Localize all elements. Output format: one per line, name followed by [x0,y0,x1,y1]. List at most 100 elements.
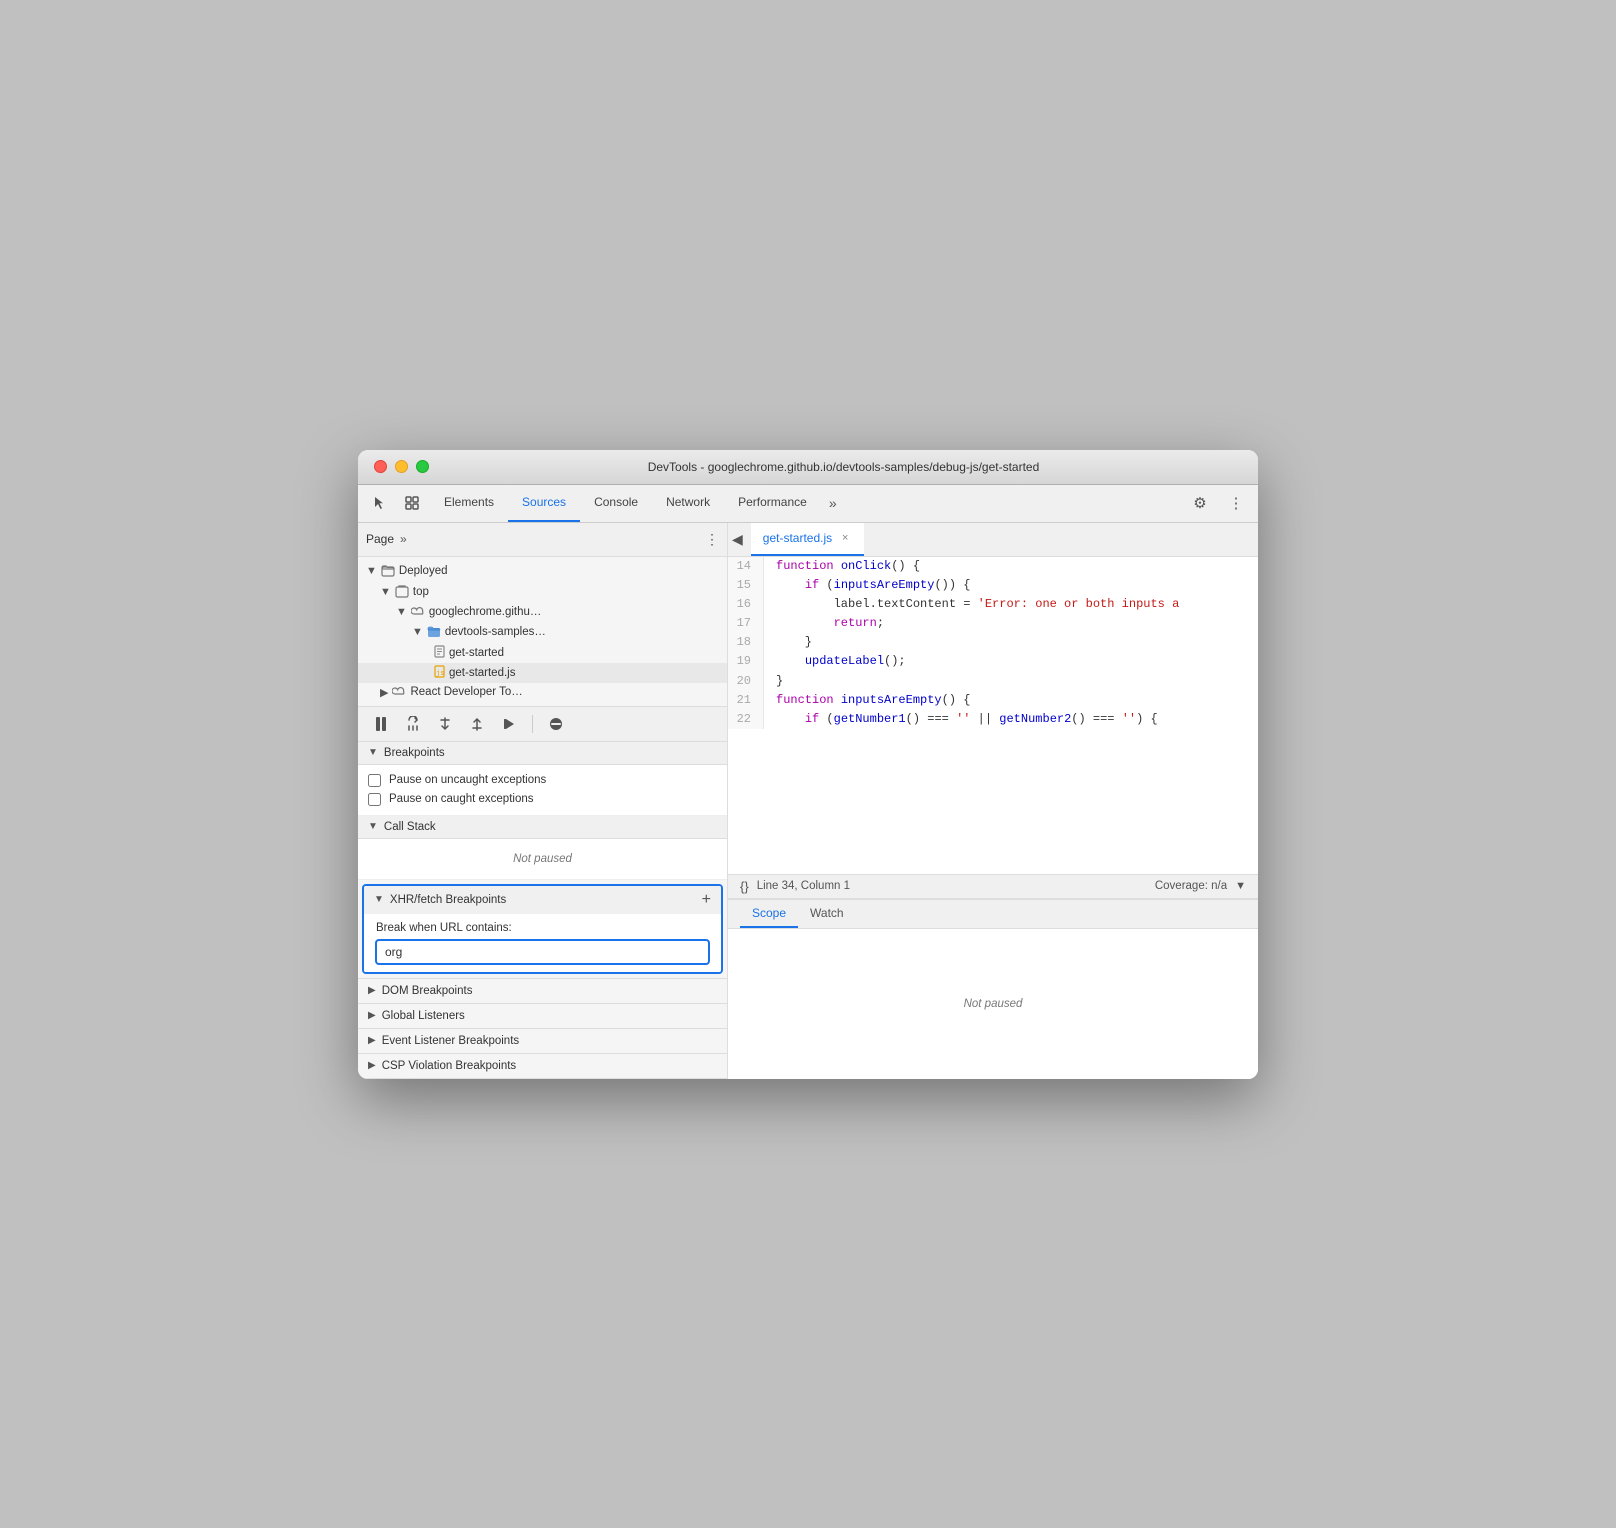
tree-get-started[interactable]: get-started [358,643,727,663]
coverage-icon[interactable]: ▼ [1235,880,1246,892]
tree-react-devtools[interactable]: ▶ React Developer To… [358,683,727,702]
tree-devtools-samples[interactable]: ▼ devtools-samples… [358,622,727,643]
file-tab-back-icon[interactable]: ◀ [732,531,743,548]
code-line-18: 18 } [728,633,1258,652]
breakpoints-label: Breakpoints [384,747,445,759]
scope-panel: Scope Watch Not paused [728,899,1258,1079]
pretty-print-icon[interactable]: {} [740,879,749,894]
traffic-lights [374,460,429,473]
pause-uncaught-input[interactable] [368,774,381,787]
line-number: 20 [728,672,764,691]
code-line-22: 22 if (getNumber1() === '' || getNumber2… [728,710,1258,729]
folder-blue-icon [427,624,441,641]
step-out-button[interactable] [464,711,490,737]
cloud-icon [411,605,425,620]
file-tab-name: get-started.js [763,531,832,545]
triangle-right-icon: ▶ [368,1035,376,1046]
svg-text:js: js [436,669,444,677]
cursor-position: Line 34, Column 1 [757,880,850,892]
line-number: 19 [728,652,764,671]
cursor-icon[interactable] [366,489,394,517]
global-listeners-section[interactable]: ▶ Global Listeners [358,1004,727,1029]
csp-violation-section[interactable]: ▶ CSP Violation Breakpoints [358,1054,727,1079]
window-title: DevTools - googlechrome.github.io/devtoo… [445,460,1242,474]
triangle-down-icon: ▼ [368,821,378,832]
folder-icon [381,563,395,580]
right-panel: ◀ get-started.js × 14 function onClick()… [728,523,1258,1079]
tree-label: get-started [449,647,504,659]
tree-get-started-js[interactable]: js get-started.js [358,663,727,683]
xhr-url-input[interactable] [376,940,709,964]
cloud-icon [392,685,406,700]
event-listener-breakpoints-section[interactable]: ▶ Event Listener Breakpoints [358,1029,727,1054]
tree-googlechrome[interactable]: ▼ googlechrome.githu… [358,603,727,622]
code-line-20: 20 } [728,672,1258,691]
watch-tab[interactable]: Watch [798,900,856,928]
line-content: return; [764,614,884,633]
pause-caught-checkbox[interactable]: Pause on caught exceptions [368,790,717,809]
more-options-button[interactable]: ⋮ [1222,489,1250,517]
triangle-down-icon: ▼ [412,626,423,638]
tab-elements[interactable]: Elements [430,484,508,522]
pause-uncaught-checkbox[interactable]: Pause on uncaught exceptions [368,771,717,790]
tree-label: devtools-samples… [445,626,546,638]
breakpoints-section-header[interactable]: ▼ Breakpoints [358,742,727,765]
triangle-right-icon: ▶ [368,1060,376,1071]
call-stack-section-header[interactable]: ▼ Call Stack [358,816,727,839]
file-tab-get-started-js[interactable]: get-started.js × [751,523,864,557]
line-content: } [764,633,812,652]
maximize-button[interactable] [416,460,429,473]
xhr-add-button[interactable]: + [702,891,711,909]
panel-title: Page [366,532,394,546]
xhr-break-when-label: Break when URL contains: [376,922,709,934]
xhr-content: Break when URL contains: [364,914,721,972]
tree-deployed[interactable]: ▼ Deployed [358,561,727,582]
resume-button[interactable] [496,711,522,737]
toolbar-separator [532,715,533,733]
scope-tabs: Scope Watch [728,900,1258,929]
pause-caught-label: Pause on caught exceptions [389,793,534,805]
file-tab-close-button[interactable]: × [838,531,852,545]
scope-not-paused: Not paused [956,990,1031,1018]
line-content: function inputsAreEmpty() { [764,691,970,710]
tab-performance[interactable]: Performance [724,484,821,522]
settings-button[interactable]: ⚙ [1186,489,1214,517]
file-icon [434,645,445,661]
panel-more-button[interactable]: » [400,532,407,546]
pause-button[interactable] [368,711,394,737]
close-button[interactable] [374,460,387,473]
panel-menu-button[interactable]: ⋮ [705,531,719,548]
title-bar: DevTools - googlechrome.github.io/devtoo… [358,450,1258,485]
step-over-button[interactable] [400,711,426,737]
tree-label: Deployed [399,565,448,577]
line-number: 21 [728,691,764,710]
scope-tab[interactable]: Scope [740,900,798,928]
line-content: } [764,672,783,691]
code-editor[interactable]: 14 function onClick() { 15 if (inputsAre… [728,557,1258,874]
tab-console[interactable]: Console [580,484,652,522]
global-listeners-label: Global Listeners [382,1010,465,1022]
pause-caught-input[interactable] [368,793,381,806]
minimize-button[interactable] [395,460,408,473]
dom-breakpoints-section[interactable]: ▶ DOM Breakpoints [358,979,727,1004]
breakpoints-content: Pause on uncaught exceptions Pause on ca… [358,765,727,816]
line-content: label.textContent = 'Error: one or both … [764,595,1179,614]
tree-top[interactable]: ▼ top [358,582,727,603]
tab-sources[interactable]: Sources [508,484,580,522]
line-number: 14 [728,557,764,576]
tab-network[interactable]: Network [652,484,724,522]
layers-icon[interactable] [398,489,426,517]
code-line-16: 16 label.textContent = 'Error: one or bo… [728,595,1258,614]
code-line-21: 21 function inputsAreEmpty() { [728,691,1258,710]
xhr-section-header[interactable]: ▼ XHR/fetch Breakpoints + [364,886,721,914]
tree-label: googlechrome.githu… [429,606,542,618]
step-into-button[interactable] [432,711,458,737]
deactivate-breakpoints-button[interactable] [543,711,569,737]
triangle-down-icon: ▼ [366,565,377,577]
triangle-right-icon: ▶ [380,686,388,699]
call-stack-not-paused: Not paused [368,845,717,873]
more-tabs-button[interactable]: » [821,495,845,511]
js-file-icon: js [434,665,445,681]
devtools-right-buttons: ⚙ ⋮ [1186,489,1250,517]
folder-icon [395,584,409,601]
